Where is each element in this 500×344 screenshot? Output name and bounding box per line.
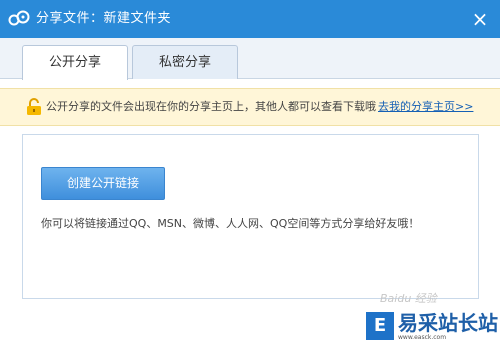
- lock-icon: [27, 98, 41, 115]
- tab-private-share[interactable]: 私密分享: [132, 45, 238, 79]
- tab-strip: 公开分享 私密分享: [0, 38, 500, 80]
- watermark-text: Baidu 经验: [380, 292, 437, 305]
- notice-bar: 公开分享的文件会出现在你的分享主页上，其他人都可以查看下载哦 去我的分享主页>>: [0, 88, 500, 126]
- create-public-link-button[interactable]: 创建公开链接: [41, 167, 165, 200]
- cloud-link-icon: [8, 10, 30, 26]
- my-share-homepage-link[interactable]: 去我的分享主页>>: [378, 98, 473, 116]
- share-description: 你可以将链接通过QQ、MSN、微博、人人网、QQ空间等方式分享给好友哦！: [41, 217, 420, 230]
- title-bar[interactable]: 分享文件：新建文件夹 ×: [0, 0, 500, 38]
- close-icon[interactable]: ×: [470, 9, 490, 29]
- brand-badge: E: [366, 312, 394, 340]
- share-dialog: 分享文件：新建文件夹 × 公开分享 私密分享 公开分享的文件会出现在你的分享主页…: [0, 0, 500, 344]
- brand-name: 易采站长站: [398, 311, 498, 335]
- brand-watermark: E 易采站长站 www.easck.com: [366, 310, 500, 344]
- window-title: 分享文件：新建文件夹: [36, 11, 172, 26]
- tab-public-share[interactable]: 公开分享: [22, 45, 128, 80]
- share-panel: 创建公开链接 你可以将链接通过QQ、MSN、微博、人人网、QQ空间等方式分享给好…: [22, 134, 479, 299]
- brand-url: www.easck.com: [398, 334, 447, 341]
- notice-text: 公开分享的文件会出现在你的分享主页上，其他人都可以查看下载哦: [46, 100, 376, 113]
